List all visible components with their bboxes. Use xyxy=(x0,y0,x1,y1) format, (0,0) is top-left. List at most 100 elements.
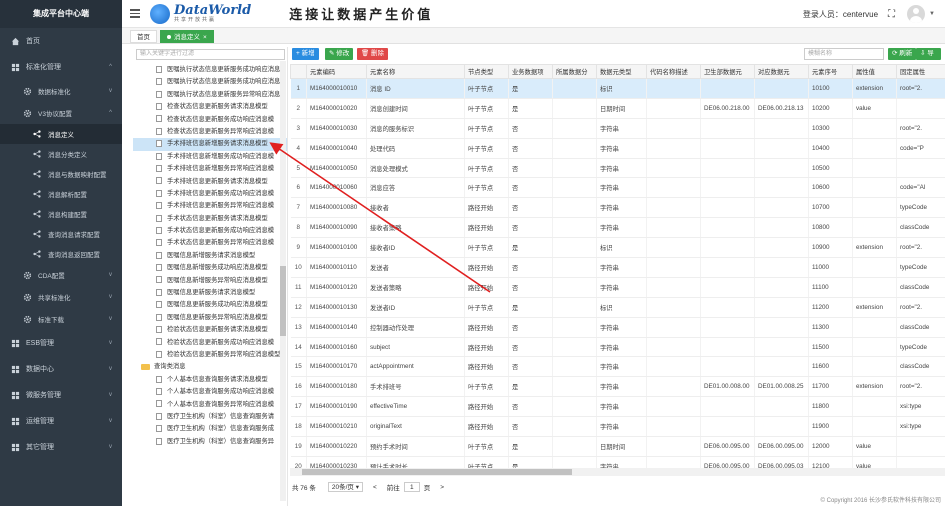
tree-item[interactable]: 个人基本信息查询服务请求消息模型 xyxy=(133,374,287,386)
table-row[interactable]: 12 M164000010130 发送者ID 叶子节点是 标识 11200 extensio… xyxy=(290,297,945,318)
avatar[interactable] xyxy=(907,5,926,23)
tree-item[interactable]: 检验状态信息更新服务请求消息模型 xyxy=(133,324,287,336)
table-row[interactable]: 7 M164000010080 接收者 路径开始否 字符串 10700 typeCode xyxy=(290,197,945,219)
caret-down-icon[interactable]: ▼ xyxy=(929,11,935,17)
tree-item[interactable]: 手术排班信息更新服务异常响应消息模 xyxy=(133,200,287,212)
table-row[interactable]: 4 M164000010040 处理代码 叶子节点否 字符串 10400 code="P xyxy=(290,138,945,159)
column-header[interactable] xyxy=(290,64,307,79)
tree-item[interactable]: 医嘱执行状态信息更新服务成功响应消息 xyxy=(133,64,287,76)
sidebar-item-operations[interactable]: 运维管理 v xyxy=(0,408,122,434)
delete-button[interactable]: 🗑 删除 xyxy=(357,48,389,60)
table-row[interactable]: 2 M164000010020 消息创建时间 叶子节点是 日期时间 DE06.00.218… xyxy=(290,98,945,119)
page-size-select[interactable]: 20条/页 ▾ xyxy=(327,482,363,492)
tree-item[interactable]: 手术排班信息新增服务成功响应消息模 xyxy=(133,151,287,163)
menu-toggle-icon[interactable] xyxy=(130,7,140,20)
refresh-button[interactable]: ⟳ 刷新 xyxy=(888,48,917,60)
sidebar-item-query-request[interactable]: 查询消息请求配置 xyxy=(0,224,122,244)
tree-item[interactable]: 医嘱信息更新服务成功响应消息模型 xyxy=(133,299,287,311)
table-row[interactable]: 10 M164000010110 发送者 路径开始否 字符串 11000 typeCode xyxy=(290,257,945,278)
sidebar-item-cda-config[interactable]: CDA配置 v xyxy=(0,264,122,286)
prev-page-button[interactable]: < xyxy=(373,484,377,491)
table-row[interactable]: 19 M164000010220 预约手术时间 叶子节点是 日期时间 DE06.00.09… xyxy=(290,436,945,457)
tree-item[interactable]: 个人基本信息查询服务成功响应消息模 xyxy=(133,386,287,398)
sidebar-item-message-data-mapping[interactable]: 消息与数据映射配置 xyxy=(0,164,122,184)
table-row[interactable]: 17 M164000010190 effectiveTime 路径开始否 字符串 1180… xyxy=(290,396,945,418)
add-button[interactable]: + 新增 xyxy=(292,48,319,60)
table-row[interactable]: 3 M164000010030 消息的服务标识 叶子节点否 字符串 10300 root="… xyxy=(290,118,945,139)
tree-item[interactable]: 医嘱信息新增服务成功响应消息模型 xyxy=(133,262,287,274)
column-header[interactable]: 固定属性 xyxy=(896,64,945,79)
horizontal-scrollbar[interactable] xyxy=(290,468,945,476)
tree-item[interactable]: 检查状态信息更新服务请求消息模型 xyxy=(133,101,287,113)
tree-folder[interactable]: 查询类消息 xyxy=(133,361,287,373)
table-row[interactable]: 6 M164000010060 消息应答 叶子节点否 字符串 10600 code="Al xyxy=(290,177,945,199)
tree-item[interactable]: 医嘱执行状态信息更新服务成功响应消息 xyxy=(133,76,287,88)
tree-item[interactable]: 医疗卫生机构（科室）信息查询服务请 xyxy=(133,411,287,423)
tree-scrollbar[interactable] xyxy=(280,61,286,501)
scrollbar-thumb[interactable] xyxy=(280,266,286,336)
next-page-button[interactable]: > xyxy=(440,484,444,491)
tree-item[interactable]: 检查状态信息更新服务异常响应消息模 xyxy=(133,126,287,138)
tree-item[interactable]: 医嘱信息更新服务请求消息模型 xyxy=(133,287,287,299)
table-row[interactable]: 18 M164000010210 originalText 路径开始否 字符串 11900… xyxy=(290,416,945,438)
table-row[interactable]: 1 M164000010010 消息 ID 叶子节点是 标识 10100 extension… xyxy=(290,78,945,99)
sidebar-item-query-response[interactable]: 查询消息返回配置 xyxy=(0,244,122,264)
search-input[interactable]: 模糊名称 xyxy=(804,48,884,60)
sidebar-item-message-build[interactable]: 消息构建配置 xyxy=(0,204,122,224)
sidebar-item-standard-download[interactable]: 标准下载 v xyxy=(0,308,122,330)
tree-item[interactable]: 检验状态信息更新服务异常响应消息模型 xyxy=(133,349,287,361)
table-row[interactable]: 14 M164000010160 subject 路径开始否 字符串 11500 typeC… xyxy=(290,337,945,358)
tab-message-definition[interactable]: 消息定义 × xyxy=(160,30,214,43)
table-row[interactable]: 13 M164000010140 控制器动作处理 路径开始否 字符串 11300 class… xyxy=(290,317,945,338)
sidebar-item-data-standardization[interactable]: 数据标准化 v xyxy=(0,80,122,102)
sidebar-item-v3-config[interactable]: V3协议配置 ^ xyxy=(0,102,122,124)
sidebar-item-share-standard[interactable]: 共享标准化 v xyxy=(0,286,122,308)
tree-item[interactable]: 医嘱信息更新服务异常响应消息模型 xyxy=(133,312,287,324)
column-header[interactable]: 对应数据元 xyxy=(754,64,809,79)
table-row[interactable]: 11 M164000010120 发送者策略 路径开始否 字符串 11100 classCo… xyxy=(290,277,945,298)
sidebar-item-message-parse[interactable]: 消息解析配置 xyxy=(0,184,122,204)
column-header[interactable]: 节点类型 xyxy=(464,64,509,79)
tree-item[interactable]: 手术排班信息新增服务请求消息模型 xyxy=(133,138,287,151)
sidebar-item-other[interactable]: 其它管理 v xyxy=(0,434,122,460)
table-row[interactable]: 16 M164000010180 手术排班号 叶子节点是 字符串 DE01.00.008.… xyxy=(290,376,945,398)
column-header[interactable]: 所属数据分 xyxy=(552,64,597,79)
table-row[interactable]: 9 M164000010100 接收者ID 叶子节点是 标识 10900 extension… xyxy=(290,237,945,259)
table-row[interactable]: 8 M164000010090 接收者策略 路径开始否 字符串 10800 classCod… xyxy=(290,217,945,239)
column-header[interactable]: 卫生部数据元 xyxy=(700,64,755,79)
tree-filter-input[interactable]: 输入关键字进行过滤 xyxy=(136,49,285,60)
tree-item[interactable]: 个人基本信息查询服务异常响应消息模 xyxy=(133,399,287,411)
tree-item[interactable]: 医疗卫生机构（科室）信息查询服务成 xyxy=(133,423,287,435)
column-header[interactable]: 数据元类型 xyxy=(596,64,647,79)
sidebar-item-message-definition[interactable]: 消息定义 xyxy=(0,124,122,144)
tree-item[interactable]: 检查状态信息更新服务成功响应消息模 xyxy=(133,114,287,126)
tree-item[interactable]: 手术排班信息更新服务成功响应消息模 xyxy=(133,188,287,200)
column-header[interactable]: 属性值 xyxy=(852,64,897,79)
sidebar-item-standardization[interactable]: 标准化管理 ^ xyxy=(0,54,122,80)
tree-item[interactable]: 医嘱信息新增服务异常响应消息模型 xyxy=(133,275,287,287)
tree-item[interactable]: 检验状态信息更新服务成功响应消息模 xyxy=(133,337,287,349)
tree-item[interactable]: 手术排班信息新增服务异常响应消息模 xyxy=(133,163,287,175)
edit-button[interactable]: ✎ 修改 xyxy=(325,48,354,60)
table-row[interactable]: 5 M164000010050 消息处理模式 叶子节点否 字符串 10500 xyxy=(290,158,945,179)
tree-item[interactable]: 手术排班信息更新服务请求消息模型 xyxy=(133,176,287,188)
column-header[interactable]: 元素名称 xyxy=(366,64,465,79)
column-header[interactable]: 元素编码 xyxy=(306,64,367,79)
tree-item[interactable]: 医嘱执行状态信息更新服务异常响应消息 xyxy=(133,89,287,101)
sidebar-item-home[interactable]: 首页 xyxy=(0,28,122,54)
sidebar-item-esb[interactable]: ESB管理 v xyxy=(0,330,122,356)
table-row[interactable]: 15 M164000010170 actAppointment 路径开始否 字符串 116… xyxy=(290,356,945,378)
export-button[interactable]: ⇩ 导出 xyxy=(916,48,941,69)
sidebar-item-message-category[interactable]: 消息分类定义 xyxy=(0,144,122,164)
sidebar-item-microservice[interactable]: 微服务管理 v xyxy=(0,382,122,408)
column-header[interactable]: 元素序号 xyxy=(808,64,853,79)
column-header[interactable]: 代码名称描述 xyxy=(646,64,701,79)
tree-item[interactable]: 医嘱信息新增服务请求消息模型 xyxy=(133,250,287,262)
scrollbar-thumb[interactable] xyxy=(302,469,572,475)
page-input[interactable]: 1 xyxy=(403,482,420,492)
tree-item[interactable]: 手术状态信息更新服务成功响应消息模 xyxy=(133,225,287,237)
tree-item[interactable]: 医疗卫生机构（科室）信息查询服务异 xyxy=(133,436,287,448)
sidebar-item-data-center[interactable]: 数据中心 v xyxy=(0,356,122,382)
close-icon[interactable]: × xyxy=(203,34,207,41)
tree-item[interactable]: 手术状态信息更新服务异常响应消息模 xyxy=(133,237,287,249)
